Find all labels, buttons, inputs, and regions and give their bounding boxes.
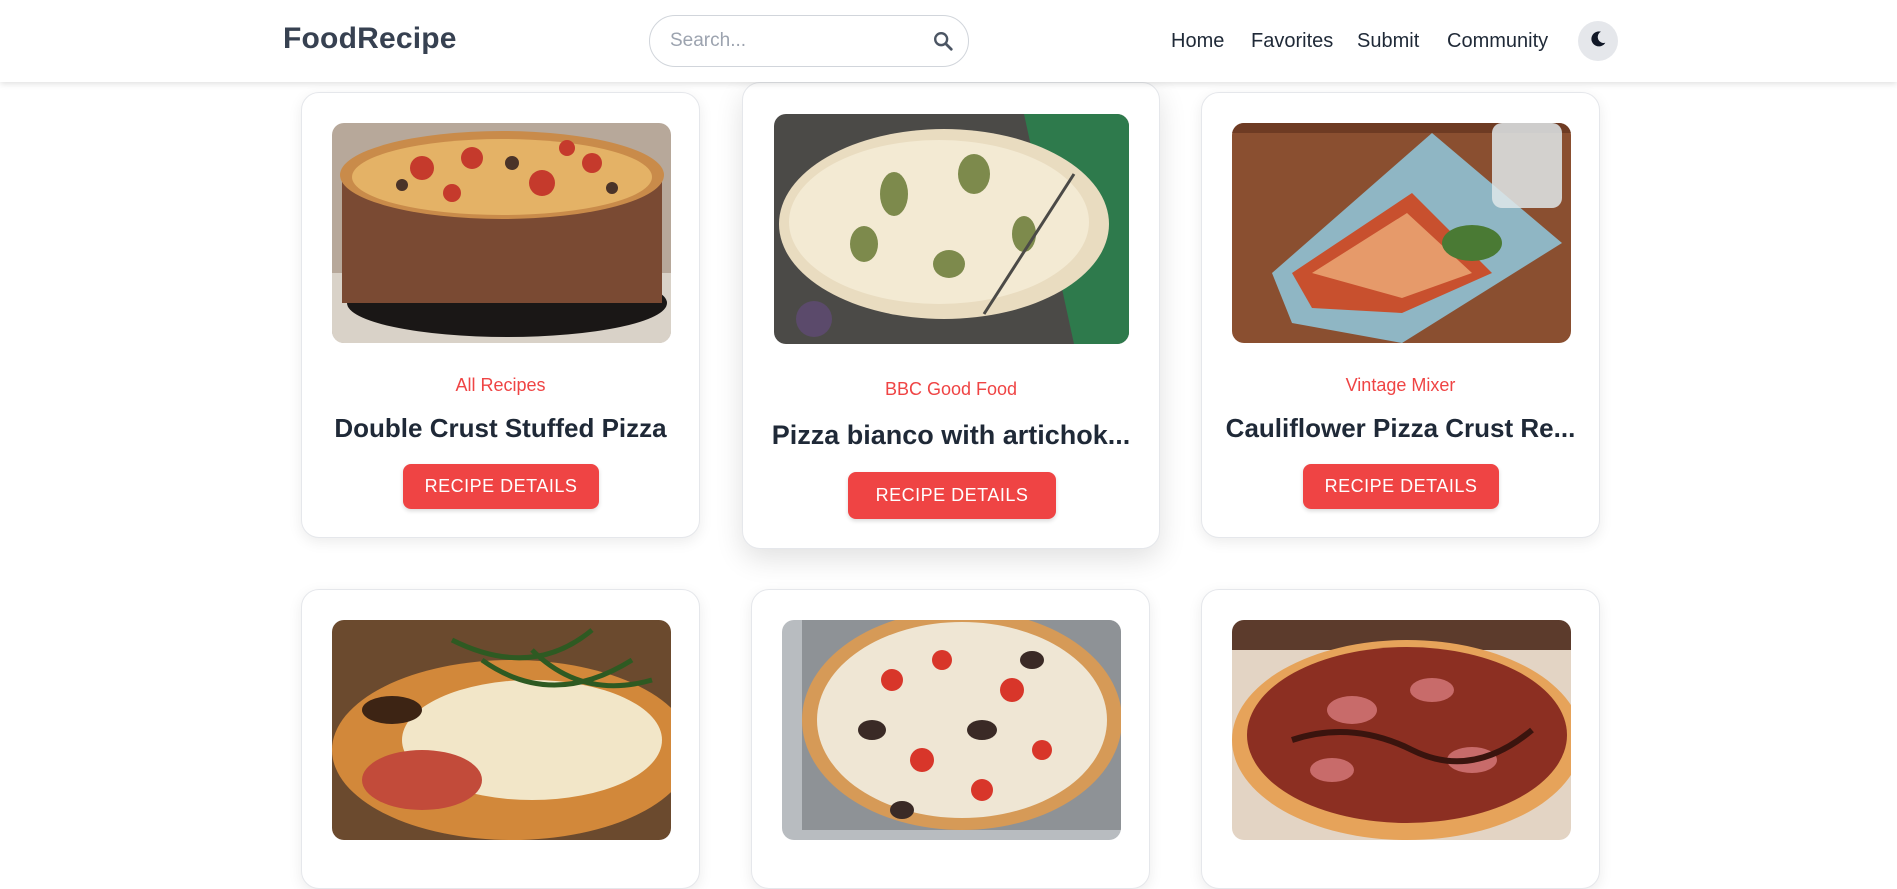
search-input[interactable] bbox=[670, 16, 920, 66]
recipe-details-button[interactable]: RECIPE DETAILS bbox=[848, 472, 1056, 519]
nav-community[interactable]: Community bbox=[1447, 30, 1548, 53]
recipe-image[interactable] bbox=[774, 114, 1129, 344]
theme-toggle-button[interactable] bbox=[1578, 21, 1618, 61]
recipe-details-button[interactable]: RECIPE DETAILS bbox=[1303, 464, 1499, 509]
nav-home[interactable]: Home bbox=[1171, 30, 1224, 53]
recipe-source: BBC Good Food bbox=[884, 379, 1018, 399]
recipe-image[interactable] bbox=[1232, 123, 1571, 343]
recipe-source: Vintage Mixer bbox=[1345, 375, 1456, 395]
recipe-title: Cauliflower Pizza Crust Re... bbox=[1225, 413, 1576, 443]
recipe-title: Pizza bianco with artichok... bbox=[771, 420, 1131, 450]
search-icon[interactable] bbox=[932, 30, 954, 52]
recipe-image[interactable] bbox=[1232, 620, 1571, 840]
recipe-card[interactable]: BBC Good Food Pizza bianco with artichok… bbox=[742, 82, 1160, 549]
search-box bbox=[649, 15, 969, 67]
navbar: FoodRecipe Home Favorites Submit Communi… bbox=[0, 0, 1897, 82]
recipe-card[interactable]: All Recipes Double Crust Stuffed Pizza R… bbox=[301, 92, 700, 538]
recipe-card[interactable] bbox=[301, 589, 700, 889]
moon-icon bbox=[1588, 29, 1608, 54]
brand-logo[interactable]: FoodRecipe bbox=[283, 22, 457, 56]
recipe-card[interactable] bbox=[1201, 589, 1600, 889]
recipe-source: All Recipes bbox=[455, 375, 546, 395]
nav-submit[interactable]: Submit bbox=[1357, 30, 1419, 53]
recipe-image[interactable] bbox=[782, 620, 1121, 840]
nav-favorites[interactable]: Favorites bbox=[1251, 30, 1333, 53]
recipe-image[interactable] bbox=[332, 123, 671, 343]
recipe-details-button[interactable]: RECIPE DETAILS bbox=[403, 464, 599, 509]
recipe-card[interactable] bbox=[751, 589, 1150, 889]
recipe-image[interactable] bbox=[332, 620, 671, 840]
recipe-card[interactable]: Vintage Mixer Cauliflower Pizza Crust Re… bbox=[1201, 92, 1600, 538]
recipe-title: Double Crust Stuffed Pizza bbox=[334, 413, 667, 443]
